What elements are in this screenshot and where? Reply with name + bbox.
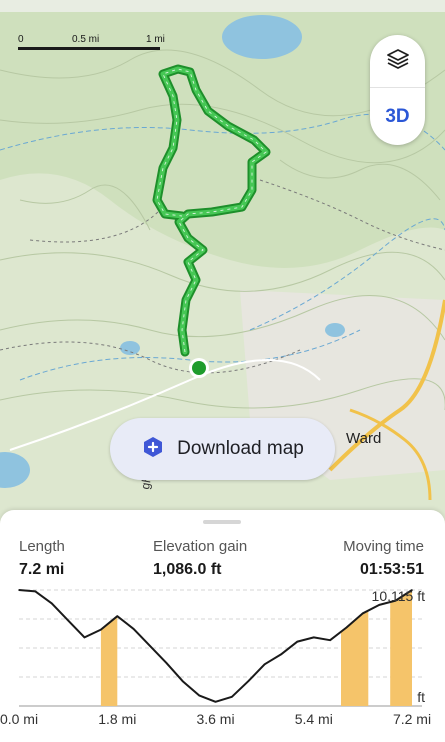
- elevation-point: [362, 612, 364, 615]
- elevation-point: [132, 628, 135, 630]
- place-label-ward: Ward: [346, 430, 382, 447]
- elevation-point: [67, 619, 69, 622]
- 3d-toggle-button[interactable]: 3D: [370, 88, 425, 145]
- map-controls: 3D: [370, 35, 425, 145]
- stat-moving-time-label: Moving time: [343, 538, 424, 555]
- chart-y-tick-label: ft: [417, 689, 425, 705]
- stat-elevation-value: 1,086.0 ft: [153, 561, 222, 578]
- chart-x-tick-label: 7.2 mi: [393, 711, 431, 727]
- elevation-highlight-area: [390, 590, 412, 706]
- elevation-point: [296, 640, 299, 643]
- elevation-point: [165, 662, 168, 664]
- elevation-point: [214, 700, 217, 703]
- chart-x-tick-label: 5.4 mi: [295, 711, 333, 727]
- lake: [222, 15, 302, 59]
- stat-moving-time-value: 01:53:51: [359, 561, 424, 578]
- elevation-point: [329, 639, 331, 642]
- download-map-icon: [141, 435, 165, 464]
- elevation-point: [149, 645, 151, 647]
- chart-y-tick-label: 10,115 ft: [372, 588, 426, 604]
- download-map-label: Download map: [177, 438, 304, 459]
- stat-length-label: Length: [19, 538, 65, 555]
- elevation-point: [198, 694, 200, 697]
- sheet-drag-handle[interactable]: [203, 520, 241, 524]
- elevation-point: [247, 680, 250, 683]
- elevation-point: [263, 663, 266, 666]
- scale-bar: 0 0.5 mi 1 mi: [18, 34, 168, 54]
- elevation-point: [100, 628, 102, 631]
- elevation-point: [34, 590, 37, 593]
- map-view[interactable]: 0 0.5 mi 1 mi 3D Ward gh Tra Download: [0, 0, 445, 530]
- elevation-point: [181, 680, 184, 683]
- scale-tick-half: 0.5 mi: [72, 34, 100, 45]
- chart-x-tick-label: 3.6 mi: [196, 711, 234, 727]
- elevation-highlight-area: [100, 616, 118, 706]
- scale-tick-0: 0: [18, 34, 24, 45]
- layers-icon: [385, 46, 411, 77]
- stat-elevation-label: Elevation gain: [153, 538, 248, 555]
- elevation-point: [378, 604, 381, 606]
- elevation-point: [231, 696, 233, 698]
- chart-x-tick-label: 1.8 mi: [98, 711, 136, 727]
- elevation-chart[interactable]: 0.0 mi 1.8 mi 3.6 mi 5.4 mi 7.2 mi 10,115 ft f…: [0, 584, 445, 742]
- stat-length-value: 7.2 mi: [19, 561, 65, 578]
- elevation-point: [312, 636, 315, 639]
- elevation-point: [116, 615, 119, 617]
- layers-button[interactable]: [370, 35, 425, 87]
- elevation-point: [345, 626, 348, 629]
- elevation-point: [18, 589, 20, 591]
- elevation-point: [83, 636, 86, 639]
- stat-length: Length 7.2 mi: [19, 538, 65, 579]
- elevation-point: [280, 653, 282, 656]
- elevation-point: [50, 602, 53, 605]
- scale-line: [18, 47, 160, 50]
- stat-elevation-gain: Elevation gain 1,086.0 ft: [153, 538, 247, 579]
- stat-moving-time: Moving time 01:53:51: [343, 538, 424, 579]
- trail-stats-sheet: Length 7.2 mi Elevation gain 1,086.0 ft …: [0, 510, 445, 742]
- chart-x-tick-label: 0.0 mi: [0, 711, 38, 727]
- scale-tick-1: 1 mi: [146, 34, 165, 45]
- elevation-highlight-area: [341, 610, 369, 706]
- download-map-button[interactable]: Download map: [110, 418, 335, 480]
